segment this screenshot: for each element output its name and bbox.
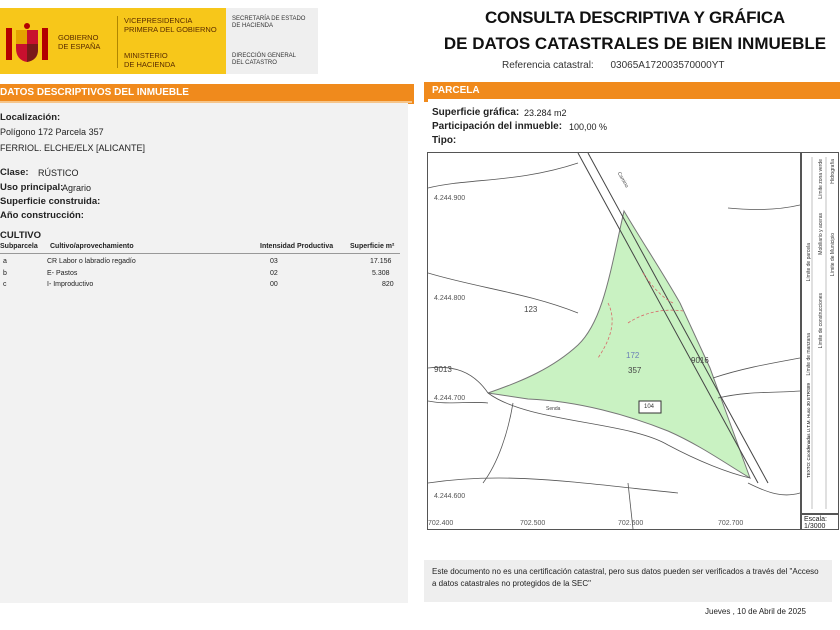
document-title-line1: CONSULTA DESCRIPTIVA Y GRÁFICA bbox=[484, 8, 786, 27]
y-tick: 4.244.900 bbox=[434, 195, 466, 202]
table-rule bbox=[0, 253, 400, 254]
verification-notice: Este documento no es una certificación c… bbox=[424, 560, 832, 602]
superficie-grafica-label: Superficie gráfica: bbox=[432, 107, 520, 118]
legend-item: Límite de manzana bbox=[806, 333, 812, 376]
vicepresidencia-text: VICEPRESIDENCIA PRIMERA DEL GOBIERNO bbox=[124, 16, 217, 34]
building-label: 104 bbox=[644, 404, 655, 410]
catastro-banner: SECRETARÍA DE ESTADO DE HACIENDA DIRECCIÓ… bbox=[226, 8, 318, 74]
map-scale: Escala: 1/3000 bbox=[801, 514, 839, 530]
uso-value: Agrario bbox=[62, 183, 92, 193]
legend-item: Mobiliario y aceras bbox=[818, 213, 824, 255]
uso-label: Uso principal: bbox=[0, 182, 64, 193]
clase-label: Clase: bbox=[0, 167, 29, 178]
map-drawing bbox=[427, 152, 801, 530]
anio-construccion-label: Año construcción: bbox=[0, 210, 84, 221]
col-subparcela: Subparcela bbox=[0, 243, 38, 250]
legend-item: Límite de Municipio bbox=[830, 233, 836, 277]
superficie-grafica-value: 23.284 m2 bbox=[524, 108, 567, 118]
cadastral-map[interactable]: 4.244.900 4.244.800 4.244.700 4.244.600 … bbox=[427, 152, 801, 530]
parcel-label: 357 bbox=[628, 366, 642, 375]
legend-item: Límite zona verde bbox=[818, 159, 824, 199]
legend-item: Límite de construcciones bbox=[818, 293, 824, 349]
participacion-value: 100,00 % bbox=[569, 122, 608, 132]
parcela-bar: PARCELA bbox=[424, 82, 840, 99]
localizacion-label: Localización: bbox=[0, 112, 61, 123]
polygon-label: 172 bbox=[626, 351, 640, 360]
datos-descriptivos-panel bbox=[0, 103, 408, 603]
document-date: Jueves , 10 de Abril de 2025 bbox=[705, 607, 806, 616]
scale-value: 1/3000 bbox=[804, 523, 826, 530]
col-superficie: Superficie m² bbox=[350, 243, 395, 250]
parcel-label: 9013 bbox=[434, 365, 452, 374]
divider bbox=[117, 16, 118, 68]
map-legend: Límite de manzana Límite de parcela Lími… bbox=[801, 152, 839, 514]
secretaria-text: SECRETARÍA DE ESTADO DE HACIENDA bbox=[232, 16, 306, 29]
legend-coordinates: TEXTO: Coordenadas U.T.M. Huso 30 ETRS89 bbox=[806, 383, 811, 478]
x-tick: 702.500 bbox=[520, 520, 546, 527]
government-banner: GOBIERNO DE ESPAÑA VICEPRESIDENCIA PRIMERA… bbox=[0, 8, 226, 74]
legend-item: Límite de parcela bbox=[806, 243, 812, 282]
parcel-label: 123 bbox=[524, 305, 538, 314]
coat-of-arms-icon bbox=[6, 23, 48, 62]
road-label: Senda bbox=[546, 406, 561, 412]
superficie-construida-label: Superficie construida: bbox=[0, 196, 101, 207]
participacion-label: Participación del inmueble: bbox=[432, 121, 563, 132]
y-tick: 4.244.800 bbox=[434, 295, 466, 302]
x-tick: 702.700 bbox=[718, 520, 744, 527]
datos-descriptivos-bar: DATOS DESCRIPTIVOS DEL INMUEBLE bbox=[0, 84, 412, 101]
parcel-357-area bbox=[487, 209, 751, 480]
legend-item: Hidrografía bbox=[830, 159, 836, 184]
scale-label: Escala: bbox=[804, 516, 827, 523]
parcel-label: 9016 bbox=[691, 356, 709, 365]
col-intensidad: Intensidad Productiva bbox=[260, 243, 334, 250]
clase-value: RÚSTICO bbox=[38, 168, 79, 178]
document-title-line2: DE DATOS CATASTRALES DE BIEN INMUEBLE bbox=[443, 34, 827, 53]
direccion-text: DIRECCIÓN GENERAL DEL CATASTRO bbox=[232, 53, 297, 66]
localizacion-line2: FERRIOL. ELCHE/ELX [ALICANTE] bbox=[0, 143, 146, 153]
reference-label: Referencia catastral: bbox=[502, 60, 594, 71]
reference-row: Referencia catastral: 03065A172003570000… bbox=[502, 60, 725, 71]
cultivo-label: CULTIVO bbox=[0, 230, 41, 241]
gobierno-text: GOBIERNO DE ESPAÑA bbox=[58, 33, 101, 51]
col-cultivo: Cultivo/aprovechamiento bbox=[50, 243, 134, 250]
government-logo-block: GOBIERNO DE ESPAÑA VICEPRESIDENCIA PRIMERA… bbox=[0, 8, 318, 74]
localizacion-line1: Polígono 172 Parcela 357 bbox=[0, 127, 104, 137]
x-tick: 702.600 bbox=[618, 520, 644, 527]
reference-value: 03065A172003570000YT bbox=[610, 60, 725, 71]
tipo-label: Tipo: bbox=[432, 135, 457, 146]
ministerio-text: MINISTERIO DE HACIENDA bbox=[124, 51, 176, 69]
x-tick: 702.400 bbox=[428, 520, 454, 527]
y-tick: 4.244.700 bbox=[434, 395, 466, 402]
y-tick: 4.244.600 bbox=[434, 493, 466, 500]
bar-edge bbox=[424, 82, 428, 102]
